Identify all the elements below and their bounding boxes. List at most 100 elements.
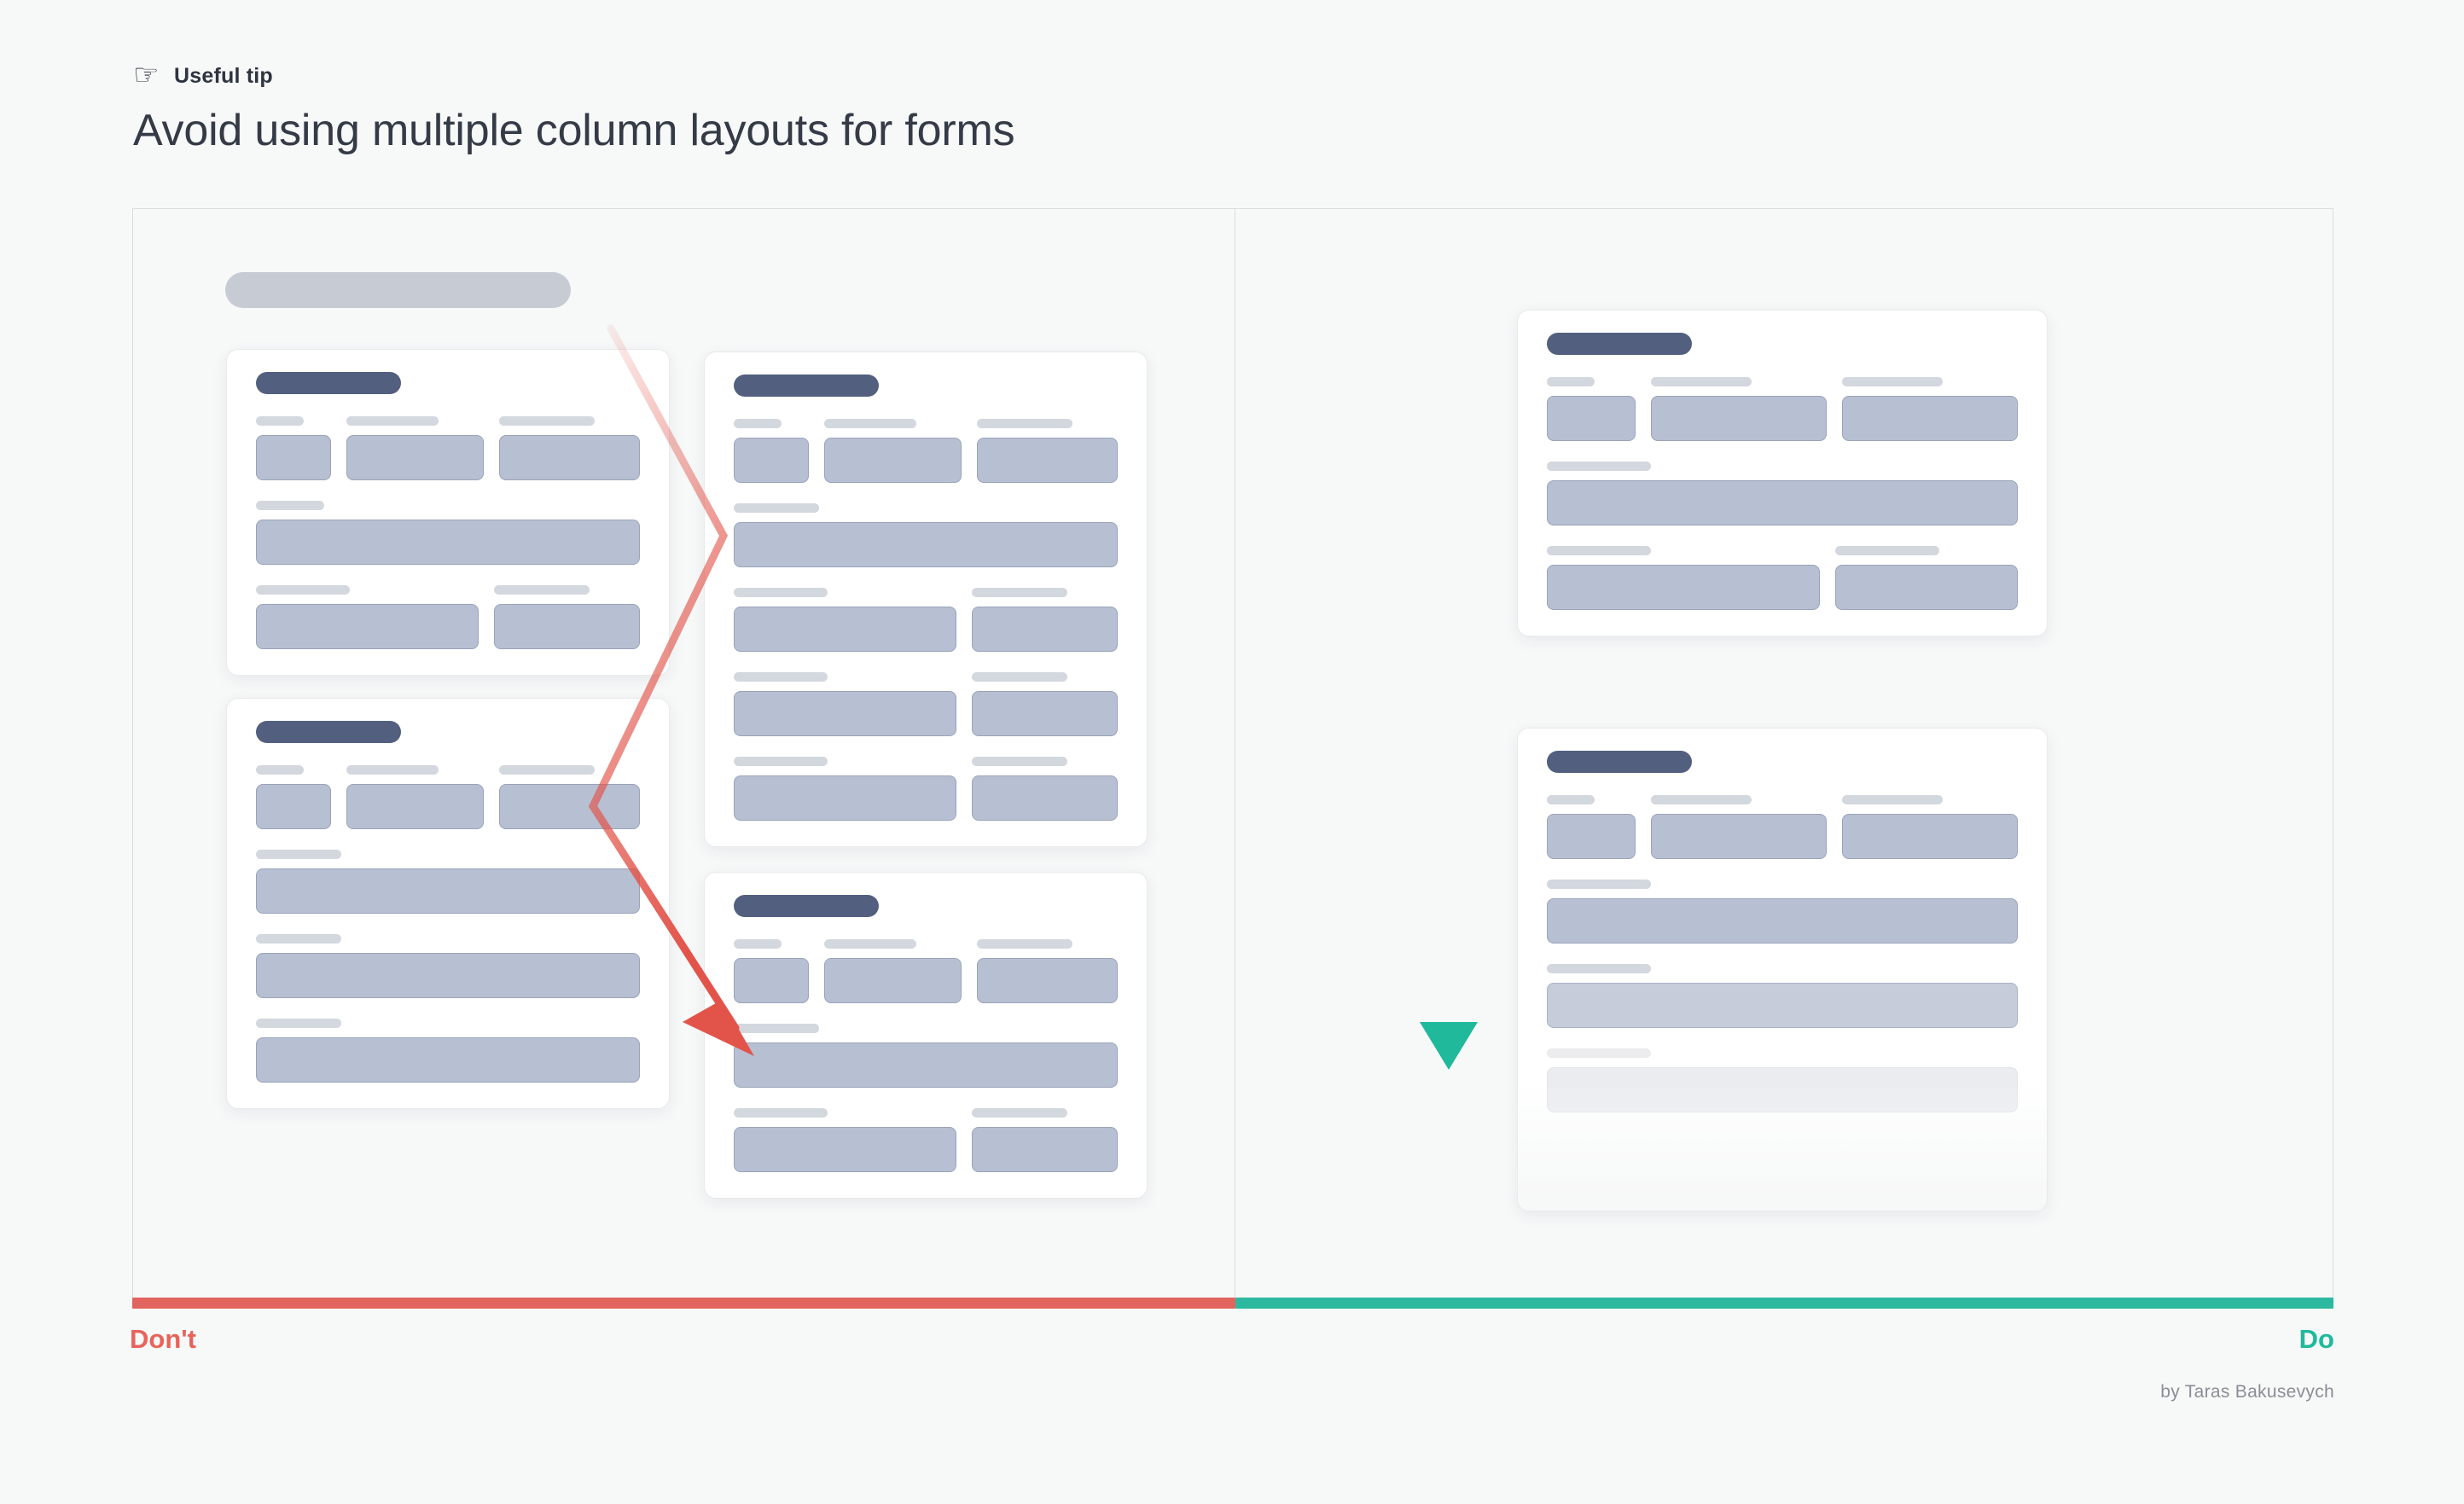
field-input[interactable] (977, 438, 1118, 483)
form-field[interactable] (256, 850, 640, 914)
field-input[interactable] (256, 604, 479, 649)
form-field[interactable] (734, 588, 956, 652)
field-input[interactable] (972, 1127, 1118, 1172)
field-input[interactable] (1842, 396, 2018, 441)
field-input[interactable] (1651, 814, 1827, 859)
field-input[interactable] (1547, 1067, 2018, 1112)
field-input[interactable] (499, 435, 640, 480)
dont-label: Don't (130, 1324, 196, 1354)
pointing-hand-icon: ☞ (133, 59, 160, 91)
form-field[interactable] (499, 765, 640, 829)
form-field[interactable] (734, 1024, 1118, 1088)
field-input[interactable] (256, 868, 640, 914)
form-field[interactable] (256, 1019, 640, 1083)
form-field[interactable] (1547, 964, 2018, 1028)
field-input[interactable] (1547, 898, 2018, 944)
form-field[interactable] (1547, 462, 2018, 526)
form-field[interactable] (734, 503, 1118, 567)
field-input[interactable] (734, 607, 956, 652)
form-title-pill (1547, 333, 1692, 355)
form-field[interactable] (1547, 795, 1636, 859)
field-input[interactable] (256, 953, 640, 998)
field-input[interactable] (256, 435, 331, 480)
field-row-full-width (734, 1024, 1118, 1088)
field-input[interactable] (824, 958, 962, 1003)
form-field[interactable] (972, 757, 1118, 821)
field-input[interactable] (1547, 814, 1636, 859)
form-field[interactable] (824, 419, 962, 483)
field-row-three-column (256, 416, 640, 480)
field-input[interactable] (734, 775, 956, 821)
field-input[interactable] (1651, 396, 1827, 441)
field-input[interactable] (1547, 565, 1821, 610)
field-input[interactable] (1547, 480, 2018, 526)
form-field[interactable] (1547, 546, 1821, 610)
form-title-pill (1547, 751, 1692, 773)
field-input[interactable] (824, 438, 962, 483)
form-card-do-bottom[interactable] (1517, 728, 2048, 1211)
form-field[interactable] (977, 419, 1118, 483)
form-field[interactable] (1651, 795, 1827, 859)
form-field[interactable] (256, 416, 331, 480)
field-input[interactable] (256, 1037, 640, 1083)
field-label (499, 765, 595, 775)
field-input[interactable] (734, 522, 1118, 567)
form-field[interactable] (1842, 377, 2018, 441)
field-input[interactable] (346, 435, 484, 480)
form-field[interactable] (256, 501, 640, 565)
field-input[interactable] (972, 691, 1118, 736)
form-field[interactable] (346, 765, 484, 829)
field-input[interactable] (972, 607, 1118, 652)
field-label (1547, 546, 1651, 555)
field-input[interactable] (1842, 814, 2018, 859)
field-input[interactable] (1835, 565, 2018, 610)
field-input[interactable] (734, 958, 809, 1003)
form-field[interactable] (977, 939, 1118, 1003)
field-label (256, 416, 304, 426)
field-input[interactable] (734, 1042, 1118, 1088)
field-input[interactable] (494, 604, 640, 649)
field-input[interactable] (1547, 396, 1636, 441)
field-input[interactable] (972, 775, 1118, 821)
field-label (256, 934, 341, 944)
form-field[interactable] (734, 939, 809, 1003)
form-field[interactable] (256, 585, 479, 649)
field-input[interactable] (256, 520, 640, 565)
form-card-bottom-right[interactable] (704, 872, 1148, 1199)
field-input[interactable] (256, 784, 331, 829)
field-input[interactable] (734, 691, 956, 736)
form-field[interactable] (734, 672, 956, 736)
form-card-do-top[interactable] (1517, 310, 2048, 636)
form-field[interactable] (1547, 880, 2018, 944)
form-card-bottom-left[interactable] (226, 698, 670, 1109)
field-label (972, 588, 1067, 597)
form-card-top-right[interactable] (704, 351, 1148, 847)
form-field[interactable] (824, 939, 962, 1003)
form-field[interactable] (1547, 377, 1636, 441)
form-field[interactable] (256, 765, 331, 829)
field-input[interactable] (499, 784, 640, 829)
field-label (499, 416, 595, 426)
form-field[interactable] (1842, 795, 2018, 859)
form-field[interactable] (734, 419, 809, 483)
form-card-top-left[interactable] (226, 349, 670, 676)
form-field[interactable] (256, 934, 640, 998)
field-input[interactable] (734, 438, 809, 483)
form-field[interactable] (346, 416, 484, 480)
form-field[interactable] (972, 672, 1118, 736)
field-input[interactable] (734, 1127, 956, 1172)
form-field[interactable] (972, 1108, 1118, 1172)
field-label (1651, 795, 1752, 804)
form-field[interactable] (499, 416, 640, 480)
field-input[interactable] (346, 784, 484, 829)
form-field[interactable] (1651, 377, 1827, 441)
form-field[interactable] (734, 757, 956, 821)
form-field[interactable] (494, 585, 640, 649)
form-field[interactable] (734, 1108, 956, 1172)
form-field[interactable] (1547, 1048, 2018, 1112)
field-input[interactable] (977, 958, 1118, 1003)
field-input[interactable] (1547, 983, 2018, 1028)
form-field[interactable] (1835, 546, 2018, 610)
form-field[interactable] (972, 588, 1118, 652)
field-label (1651, 377, 1752, 386)
